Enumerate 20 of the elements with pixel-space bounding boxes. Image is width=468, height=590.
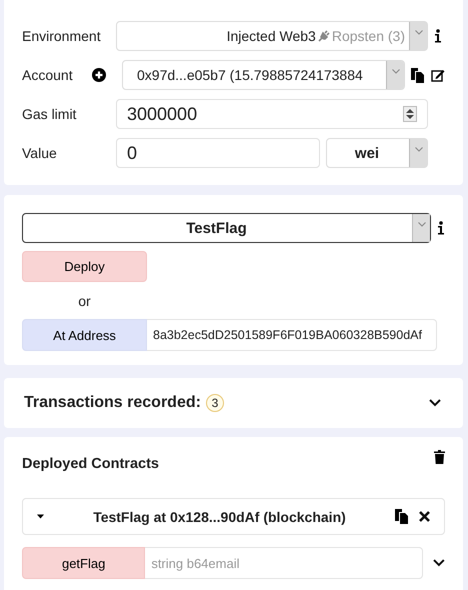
unit-select[interactable]: wei bbox=[326, 138, 428, 168]
deployed-contracts-title: Deployed Contracts bbox=[22, 456, 159, 472]
contract-instance-header[interactable]: TestFlag at 0x128...90dAf (blockchain) bbox=[22, 498, 445, 535]
environment-select[interactable]: Injected Web3 Ropsten (3) bbox=[116, 21, 428, 51]
value-field[interactable]: 0 bbox=[116, 138, 320, 168]
value-label: Value bbox=[22, 145, 58, 161]
account-select[interactable]: 0x97d...e05b7 (15.79885724173884 bbox=[122, 60, 405, 90]
environment-label: Environment bbox=[22, 28, 102, 44]
transactions-recorded-label: Transactions recorded: bbox=[24, 394, 201, 412]
deploy-button[interactable]: Deploy bbox=[22, 251, 147, 282]
at-address-button[interactable]: At Address bbox=[22, 319, 147, 351]
address-field[interactable]: 8a3b2ec5dD2501589F6F019BA060328B590dAf bbox=[147, 319, 437, 351]
contract-select[interactable]: TestFlag bbox=[22, 213, 431, 243]
transaction-count-badge: 3 bbox=[206, 394, 224, 412]
function-button[interactable]: getFlag bbox=[22, 547, 146, 579]
or-label: or bbox=[77, 292, 92, 311]
gas-limit-field[interactable]: 3000000 bbox=[116, 99, 428, 129]
account-label: Account bbox=[22, 67, 74, 83]
function-args-field[interactable]: string b64email bbox=[145, 547, 424, 579]
gas-limit-label: Gas limit bbox=[22, 106, 78, 122]
